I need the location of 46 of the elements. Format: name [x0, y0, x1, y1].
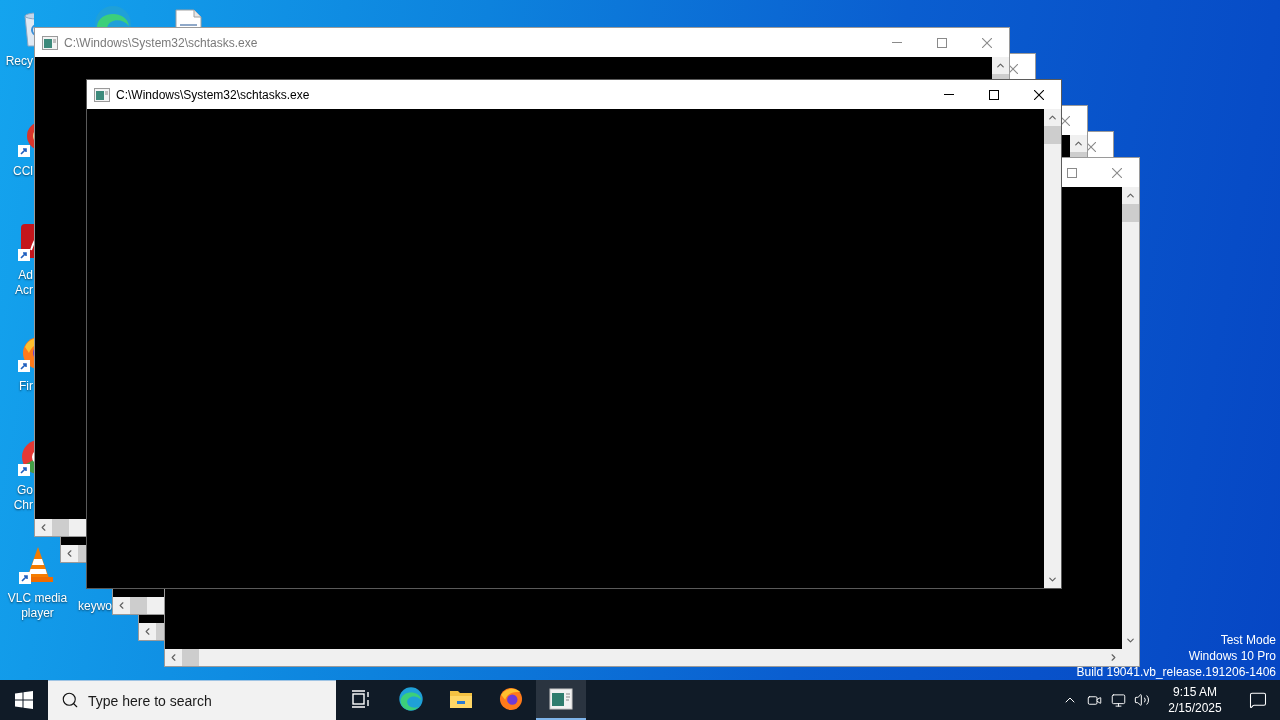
window-title: C:\Windows\System32\schtasks.exe: [116, 87, 310, 102]
icon-label: Chr: [12, 498, 33, 513]
minimize-icon[interactable]: [943, 94, 954, 95]
system-info-text: Windows 10 Pro: [1188, 648, 1276, 664]
scrollbar-thumb[interactable]: [52, 519, 69, 536]
scrollbar-thumb[interactable]: [130, 597, 147, 614]
monitor-icon: [1110, 692, 1126, 708]
scrollbar-thumb[interactable]: [182, 649, 199, 666]
icon-label: CCl: [12, 164, 33, 179]
speaker-icon: [1134, 692, 1150, 708]
chevron-down-icon: [1047, 574, 1058, 585]
task-view-icon: [351, 689, 371, 709]
maximize-icon[interactable]: [988, 89, 999, 100]
icon-label: Ad: [17, 268, 33, 283]
scrollbar-thumb[interactable]: [992, 74, 1009, 79]
system-info-text: Test Mode: [1220, 632, 1276, 648]
clock-time[interactable]: 9:15 AM: [1173, 684, 1217, 700]
icon-label: Recy: [4, 54, 33, 69]
icon-label: Go: [16, 483, 33, 498]
icon-label: Fir: [18, 379, 33, 394]
taskbar-app-button[interactable]: [536, 680, 586, 720]
firefox-icon: [498, 686, 524, 712]
icon-label: player: [21, 606, 54, 621]
icon-label: Acr: [14, 283, 33, 298]
close-icon[interactable]: [1033, 89, 1044, 100]
folder-icon: [449, 688, 473, 710]
search-icon: [61, 691, 79, 709]
clock-date[interactable]: 2/15/2025: [1168, 700, 1222, 716]
scrollbar-thumb[interactable]: [78, 545, 86, 562]
close-icon[interactable]: [1059, 115, 1070, 126]
scrollbar-thumb[interactable]: [1122, 204, 1139, 222]
icon-label: VLC media: [7, 591, 68, 606]
edge-icon: [398, 686, 424, 712]
console-window-icon: [549, 688, 573, 710]
window-title: C:\Windows\System32\schtasks.exe: [64, 35, 258, 50]
search-field[interactable]: Type here to search: [48, 680, 336, 720]
speech-bubble-icon: [1249, 691, 1267, 709]
icon-label: keywo: [77, 599, 112, 614]
console-app-icon: [94, 86, 110, 103]
chevron-down-icon: [1125, 635, 1136, 646]
windows-logo-icon: [15, 691, 33, 709]
console-app-icon: [42, 34, 58, 51]
scrollbar-thumb[interactable]: [156, 623, 164, 640]
scrollbar-thumb[interactable]: [1044, 126, 1061, 144]
scrollbar-thumb[interactable]: [1070, 152, 1087, 157]
system-info-text: Build 19041.vb_release.191206-1406: [1076, 664, 1276, 680]
